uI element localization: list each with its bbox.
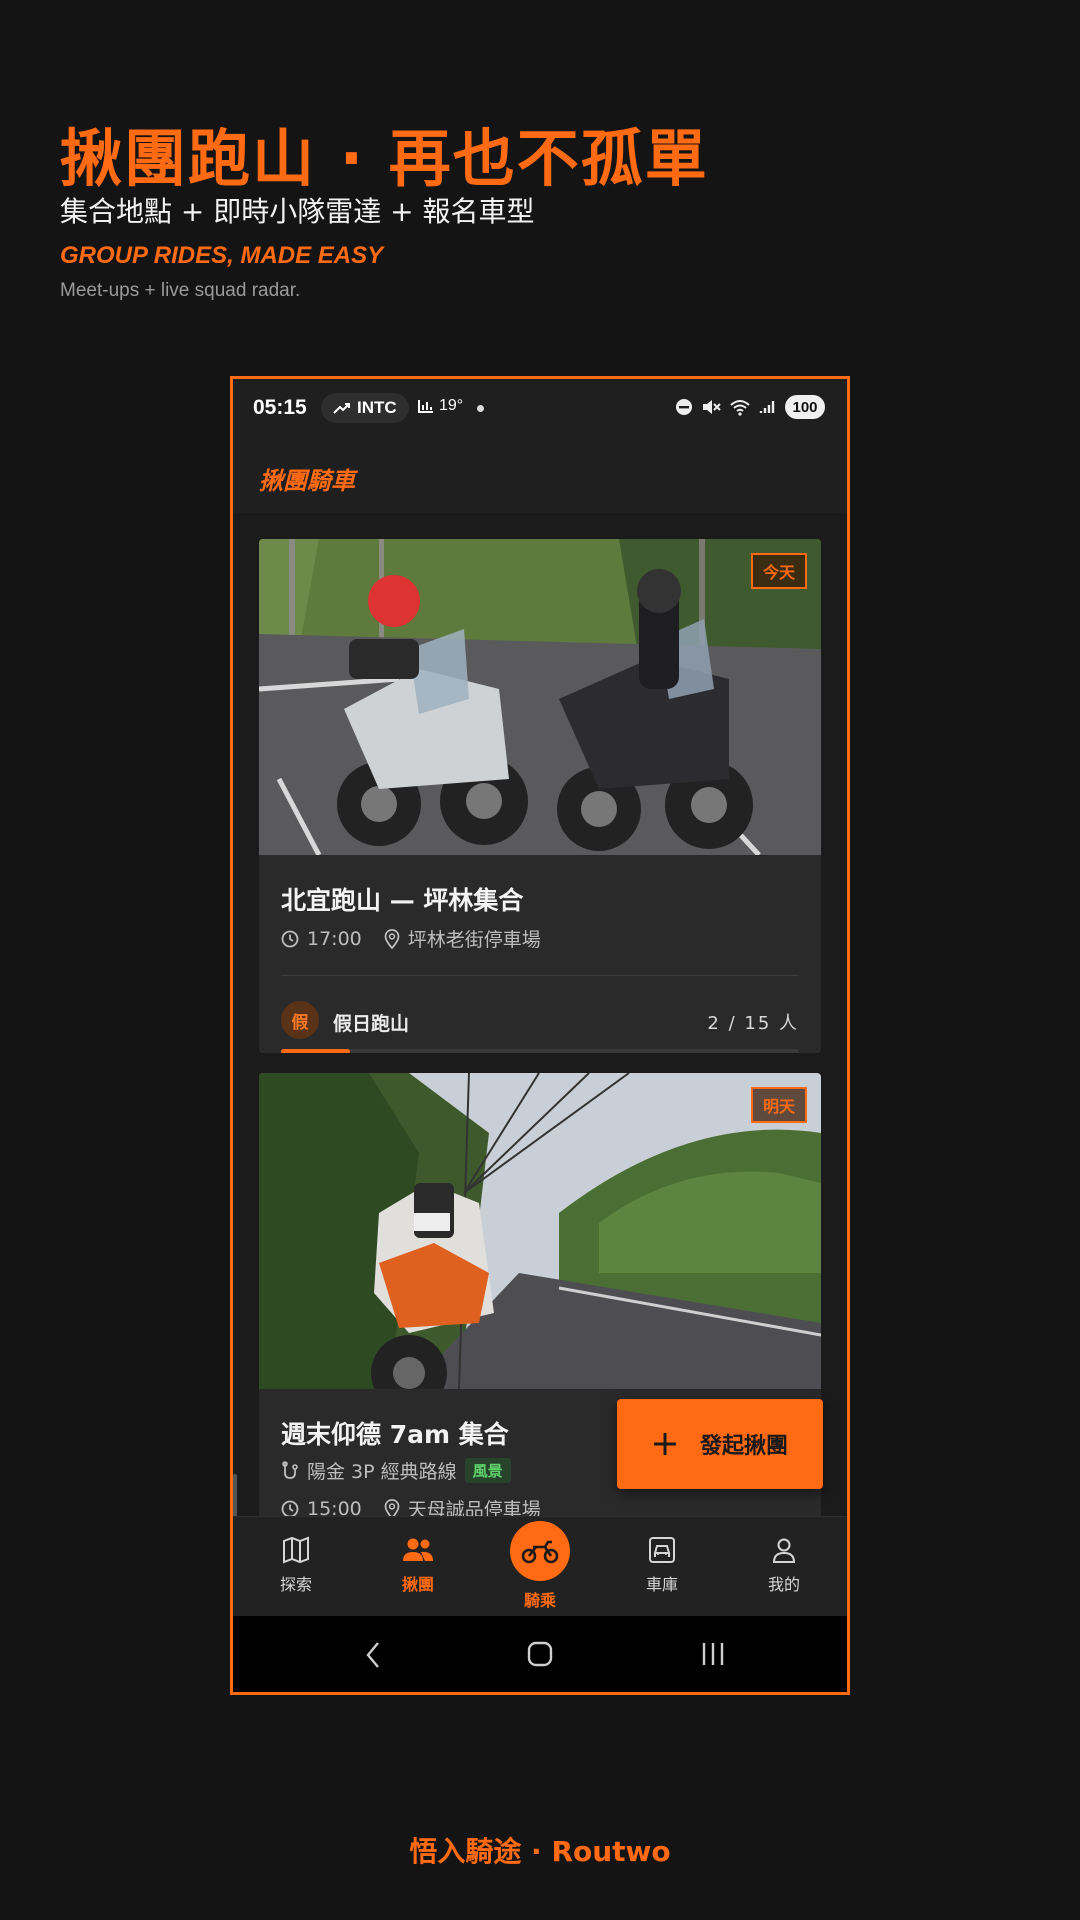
create-group-ride-button[interactable]: 發起揪團 (617, 1399, 823, 1489)
plus-icon (653, 1433, 676, 1455)
hero-en-subtitle: Meet-ups + live squad radar. (60, 280, 301, 301)
phone-frame: 05:15 INTC 19° 100 揪團騎車 今天 北宜跑山 — 坪林集合 1… (230, 376, 850, 1695)
clock-icon (281, 1500, 299, 1516)
participant-count: 2 / 15 人 (707, 1013, 799, 1034)
nav-label: 騎乘 (523, 1591, 556, 1610)
signal-icon (759, 401, 775, 413)
route-icon (282, 1460, 298, 1479)
ride-time: 17:00 (307, 927, 362, 950)
route-name: 陽金 3P 經典路線 (307, 1461, 457, 1483)
status-bar: 05:15 INTC 19° 100 (233, 379, 847, 441)
nav-item-ride[interactable]: 騎乘 (495, 1521, 585, 1611)
nav-item-explore[interactable]: 探索 (251, 1535, 341, 1595)
organizer-name: 假日跑山 (333, 1013, 410, 1035)
motorcycle-icon (521, 1540, 559, 1564)
ride-location: 天母誠品停車場 (407, 1499, 541, 1516)
nav-label: 揪團 (401, 1575, 434, 1594)
trend-up-icon (333, 403, 350, 414)
nav-label: 我的 (767, 1575, 800, 1594)
ride-route: 陽金 3P 經典路線 風景 (281, 1457, 511, 1484)
capacity-progress (281, 1049, 799, 1053)
app-title: 揪團騎車 (259, 467, 355, 495)
garage-icon (649, 1537, 675, 1563)
temperature: 19° (439, 397, 464, 414)
nav-item-profile[interactable]: 我的 (739, 1535, 829, 1595)
location-pin-icon (384, 928, 400, 949)
organizer-avatar: 假 (281, 1001, 319, 1039)
ride-card[interactable]: 今天 北宜跑山 — 坪林集合 17:00 坪林老街停車場 假 假日跑山 2 / … (259, 539, 821, 1053)
back-icon[interactable] (363, 1640, 383, 1670)
notification-dot (477, 405, 484, 412)
ride-photo-motorcycles-parking: 今天 (259, 539, 821, 855)
battery-indicator: 100 (785, 395, 825, 419)
system-nav-bar (233, 1616, 847, 1692)
mute-icon (703, 400, 721, 414)
ride-location: 坪林老街停車場 (407, 929, 541, 951)
recents-icon[interactable] (699, 1640, 727, 1668)
nav-label: 探索 (279, 1575, 312, 1594)
bottom-nav: 探索 揪團 騎乘 車庫 我的 (233, 1516, 847, 1616)
hero-title: 揪團跑山 · 再也不孤單 (60, 122, 709, 195)
bar-chart-icon (418, 400, 433, 413)
create-group-ride-label: 發起揪團 (699, 1434, 788, 1459)
ride-meta: 17:00 坪林老街停車場 (281, 925, 541, 952)
ride-button[interactable] (510, 1521, 570, 1581)
brand-footer: 悟入騎途 · Routwo (409, 1835, 671, 1868)
group-icon (403, 1538, 433, 1561)
ride-time: 15:00 (307, 1497, 362, 1517)
profile-icon (772, 1538, 796, 1563)
hero-en-title: GROUP RIDES, MADE EASY (60, 242, 384, 269)
nav-item-garage[interactable]: 車庫 (617, 1535, 707, 1595)
location-pin-icon (384, 1498, 400, 1516)
date-badge: 明天 (750, 1087, 807, 1123)
nav-label: 車庫 (645, 1575, 678, 1594)
weather-indicator: 19° (417, 397, 463, 415)
clock-icon (281, 930, 299, 947)
stock-ticker-pill[interactable]: INTC (321, 393, 409, 423)
hero-subtitle: 集合地點 + 即時小隊雷達 + 報名車型 (60, 195, 535, 228)
nav-item-group-ride[interactable]: 揪團 (373, 1535, 463, 1595)
capacity-progress-fill (281, 1049, 351, 1053)
ride-meta: 15:00 天母誠品停車場 (281, 1495, 541, 1516)
card-divider (281, 975, 799, 976)
ride-title: 週末仰德 7am 集合 (281, 1420, 509, 1449)
ride-title: 北宜跑山 — 坪林集合 (281, 886, 524, 915)
date-badge: 今天 (750, 553, 807, 589)
ride-photo-mountain-road: 明天 (259, 1073, 821, 1389)
dnd-icon (676, 399, 692, 415)
ride-list[interactable]: 今天 北宜跑山 — 坪林集合 17:00 坪林老街停車場 假 假日跑山 2 / … (233, 513, 847, 1516)
status-time: 05:15 (253, 396, 307, 419)
scenery-tag: 風景 (464, 1458, 511, 1483)
app-bar: 揪團騎車 (233, 441, 847, 513)
map-icon (283, 1536, 309, 1564)
ticker-label: INTC (357, 398, 397, 417)
wifi-icon (730, 400, 750, 416)
status-icons: 100 (675, 395, 825, 419)
home-icon[interactable] (526, 1640, 554, 1668)
